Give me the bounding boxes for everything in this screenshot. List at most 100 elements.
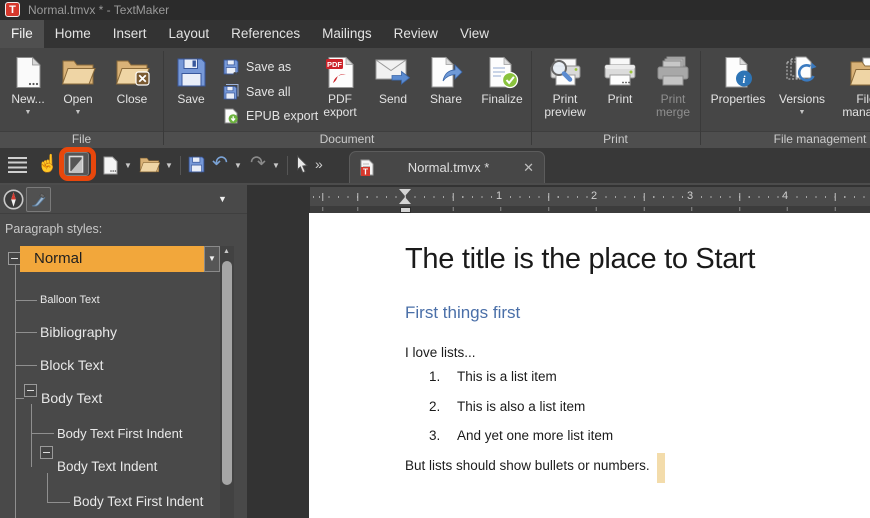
chevron-down-icon: ▼ — [74, 109, 82, 116]
style-item-balloon-text[interactable]: Balloon Text — [40, 294, 100, 306]
title-bar: T Normal.tmvx * - TextMaker — [0, 0, 870, 20]
epub-export-icon — [223, 108, 239, 124]
style-item-body-text-first-indent-2[interactable]: Body Text First Indent — [73, 494, 203, 509]
send-button[interactable]: Send — [368, 51, 418, 131]
tree-collapse-box[interactable] — [24, 384, 37, 397]
first-line-indent-marker[interactable] — [399, 189, 411, 196]
style-dropdown-button[interactable]: ▼ — [204, 246, 220, 272]
chevron-down-icon[interactable]: ▼ — [234, 161, 242, 170]
close-button[interactable]: Close — [106, 51, 158, 131]
group-label-file-management: File management — [773, 132, 867, 146]
menu-review[interactable]: Review — [383, 20, 449, 48]
properties-icon: i — [723, 51, 753, 93]
share-button[interactable]: Share — [420, 51, 472, 131]
object-pointer-icon[interactable] — [295, 155, 309, 174]
sidebar-paragraph-styles: ▼ Paragraph styles: Normal ▼ Balloon Tex… — [0, 185, 247, 518]
versions-button[interactable]: Versions ▼ — [772, 51, 832, 131]
tree-line — [31, 404, 32, 467]
chevron-down-icon[interactable]: ▼ — [272, 161, 280, 170]
tree-line — [15, 300, 37, 301]
pdf-export-button[interactable]: PDF PDF export — [314, 51, 366, 131]
scrollbar-up-icon[interactable]: ▲ — [223, 248, 230, 255]
tree-line — [15, 265, 16, 518]
ruler-substrip — [310, 206, 870, 213]
group-label-print: Print — [603, 132, 628, 146]
menu-view[interactable]: View — [449, 20, 500, 48]
list-item-text[interactable]: This is also a list item — [457, 399, 585, 414]
doc-heading-text[interactable]: First things first — [405, 303, 520, 323]
versions-icon — [786, 51, 818, 93]
save-button[interactable]: Save — [166, 51, 216, 131]
chevron-down-icon: ▼ — [24, 109, 32, 116]
tree-line — [15, 398, 24, 399]
send-envelope-icon — [375, 51, 411, 93]
doc-closing-text[interactable]: But lists should show bullets or numbers… — [405, 458, 650, 473]
properties-button[interactable]: i Properties — [706, 51, 770, 131]
save-as-icon — [223, 59, 239, 75]
tree-line — [31, 433, 54, 434]
open-folder-small-icon[interactable] — [139, 157, 160, 173]
finalize-button[interactable]: Finalize — [474, 51, 530, 131]
save-as-button[interactable]: Save as — [223, 56, 291, 78]
menu-insert[interactable]: Insert — [102, 20, 158, 48]
sidebar-list-icon[interactable] — [8, 157, 27, 173]
save-all-button[interactable]: Save all — [223, 81, 290, 103]
document-tab-icon: T — [360, 159, 374, 176]
file-manager-icon — [849, 51, 870, 93]
sidebar-divider — [0, 213, 247, 214]
ribbon: New... ▼ Open ▼ Close Save Save as Save … — [0, 48, 870, 148]
new-button[interactable]: New... ▼ — [4, 51, 52, 131]
print-preview-icon — [547, 51, 583, 93]
menu-references[interactable]: References — [220, 20, 311, 48]
navigation-compass-icon[interactable] — [3, 189, 24, 210]
panel-menu-chevron-icon[interactable]: ▼ — [218, 194, 227, 204]
ruler-number: 3 — [684, 189, 697, 204]
toolbar-divider — [180, 156, 181, 175]
menu-mailings[interactable]: Mailings — [311, 20, 383, 48]
undo-icon[interactable]: ↶ — [212, 152, 228, 175]
list-item-text[interactable]: And yet one more list item — [457, 428, 613, 443]
save-small-icon[interactable] — [188, 156, 205, 173]
list-item-text[interactable]: This is a list item — [457, 369, 557, 384]
format-brush-icon — [32, 192, 46, 207]
menu-file[interactable]: File — [0, 20, 44, 48]
style-item-body-text-indent[interactable]: Body Text Indent — [57, 459, 157, 474]
save-floppy-icon — [176, 51, 207, 93]
format-brush-button[interactable] — [26, 187, 51, 212]
doc-intro-text[interactable]: I love lists... — [405, 345, 476, 360]
style-item-bibliography[interactable]: Bibliography — [40, 324, 117, 340]
left-indent-marker[interactable] — [399, 197, 411, 204]
tree-line — [15, 365, 37, 366]
doc-title-text[interactable]: The title is the place to Start — [405, 243, 755, 276]
svg-text:T: T — [363, 167, 369, 176]
menu-home[interactable]: Home — [44, 20, 102, 48]
menu-layout[interactable]: Layout — [158, 20, 221, 48]
tab-close-icon[interactable]: ✕ — [523, 160, 534, 176]
style-item-normal[interactable]: Normal — [20, 246, 204, 272]
tree-collapse-box[interactable] — [40, 446, 53, 459]
document-tab[interactable]: T Normal.tmvx * ✕ — [349, 151, 545, 183]
new-document-small-icon[interactable] — [103, 156, 118, 175]
svg-text:PDF: PDF — [327, 59, 342, 68]
ruler-number: 4 — [779, 189, 792, 204]
hand-pan-icon[interactable]: ☝ — [37, 154, 58, 174]
redo-icon: ↷ — [250, 153, 266, 174]
print-preview-button[interactable]: Print preview — [535, 51, 595, 131]
epub-export-button[interactable]: EPUB export — [223, 105, 318, 127]
chevron-down-icon[interactable]: ▼ — [124, 161, 132, 170]
style-item-block-text[interactable]: Block Text — [40, 357, 104, 373]
style-item-body-text-first-indent[interactable]: Body Text First Indent — [57, 426, 183, 441]
menu-bar: File Home Insert Layout References Maili… — [0, 20, 870, 48]
pdf-icon: PDF — [325, 51, 355, 93]
chevron-down-icon[interactable]: ▼ — [165, 161, 173, 170]
print-button[interactable]: Print — [597, 51, 643, 131]
file-manager-button[interactable]: File manager — [836, 51, 870, 131]
open-button[interactable]: Open ▼ — [54, 51, 102, 131]
toolbar-overflow-icon[interactable]: » — [315, 156, 323, 172]
chevron-down-icon: ▼ — [798, 109, 806, 116]
horizontal-ruler: 1 2 3 4 — [310, 187, 870, 206]
style-item-body-text[interactable]: Body Text — [41, 390, 102, 406]
ribbon-divider — [163, 51, 164, 145]
sidebar-scrollbar-thumb[interactable] — [222, 261, 232, 485]
list-item-number: 2. — [429, 399, 441, 414]
